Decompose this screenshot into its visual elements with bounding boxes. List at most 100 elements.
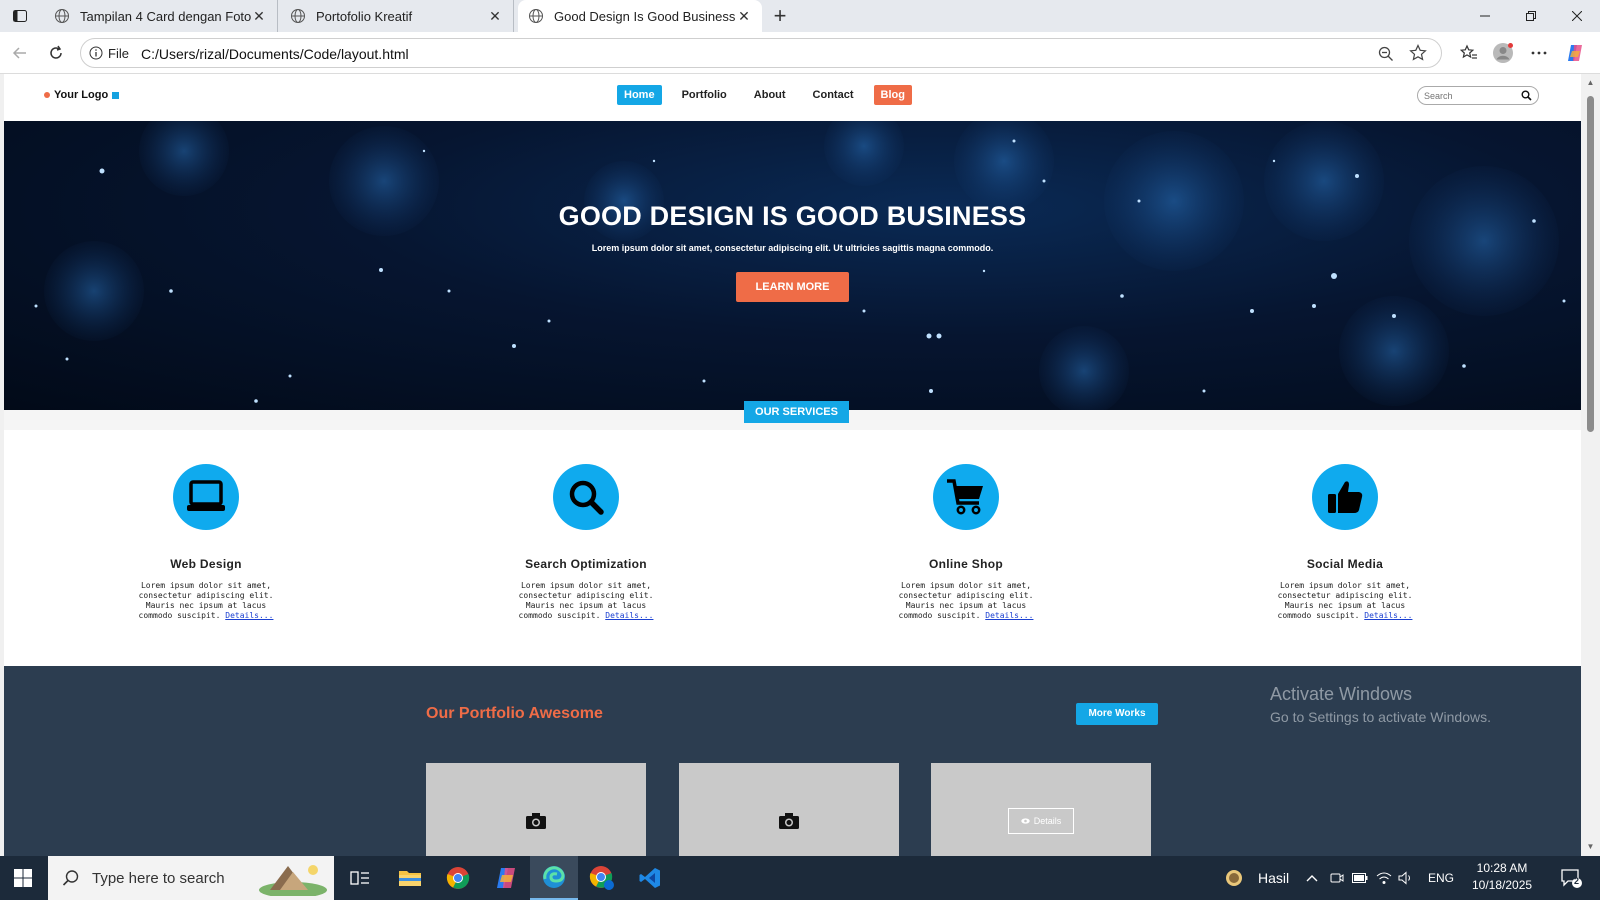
portfolio-title: Our Portfolio Awesome: [426, 705, 603, 722]
profile-avatar-icon[interactable]: [1492, 42, 1514, 64]
service-web-design: Web Design Lorem ipsum dolor sit amet, c…: [106, 464, 306, 621]
logo-dot-icon: [44, 92, 50, 98]
tab-title: Good Design Is Good Business: [554, 8, 736, 24]
globe-icon: [529, 9, 543, 23]
service-description: Lorem ipsum dolor sit amet, consectetur …: [898, 581, 1034, 620]
restore-icon[interactable]: [1508, 0, 1554, 32]
more-options-icon[interactable]: [1528, 42, 1550, 64]
details-link[interactable]: Details...: [225, 611, 273, 620]
battery-icon[interactable]: [1352, 856, 1368, 900]
service-title: Social Media: [1306, 557, 1384, 571]
wifi-icon[interactable]: [1376, 856, 1392, 900]
system-clock[interactable]: 10:28 AM 10/18/2025: [1472, 860, 1532, 894]
minimize-icon[interactable]: [1462, 0, 1508, 32]
favorites-icon[interactable]: [1458, 42, 1480, 64]
tab-title: Tampilan 4 Card dengan Foto Du: [80, 8, 251, 24]
laptop-icon: [173, 464, 239, 530]
thumbs-up-icon: [1312, 464, 1378, 530]
tab-portofolio[interactable]: Portofolio Kreatif ✕: [280, 0, 514, 32]
search-input[interactable]: [1424, 89, 1514, 102]
globe-icon: [55, 9, 69, 23]
camera-icon: [779, 813, 799, 829]
browser-tab-bar: Tampilan 4 Card dengan Foto Du ✕ Portofo…: [0, 0, 1600, 32]
weather-sun-icon: [1226, 870, 1242, 886]
vscode-icon[interactable]: [626, 856, 674, 900]
service-title: Search Optimization: [525, 557, 647, 571]
details-link[interactable]: Details...: [1364, 611, 1412, 620]
browser-toolbar: File C:/Users/rizal/Documents/Code/layou…: [0, 32, 1600, 74]
refresh-icon[interactable]: [44, 41, 68, 65]
new-tab-icon[interactable]: +: [768, 3, 792, 28]
hero-content: GOOD DESIGN IS GOOD BUSINESS Lorem ipsum…: [4, 201, 1581, 302]
portfolio-card[interactable]: [679, 763, 899, 856]
portfolio-card[interactable]: Details: [931, 763, 1151, 856]
chrome-icon[interactable]: [434, 856, 482, 900]
close-tab-icon[interactable]: ✕: [736, 8, 752, 24]
details-link[interactable]: Details...: [985, 611, 1033, 620]
notifications-icon[interactable]: 2: [1560, 856, 1582, 900]
notification-count: 2: [1574, 876, 1580, 886]
close-tab-icon[interactable]: ✕: [487, 8, 503, 24]
meet-now-icon[interactable]: [1330, 856, 1344, 900]
search-highlight-image: [259, 865, 327, 896]
windows-taskbar: Type here to search Hasil ENG 10:28 AM 1…: [0, 856, 1600, 900]
tab-card-foto[interactable]: Tampilan 4 Card dengan Foto Du ✕: [44, 0, 278, 32]
nav-home[interactable]: Home: [617, 85, 662, 105]
tab-actions-icon[interactable]: [8, 6, 32, 26]
portfolio-card[interactable]: [426, 763, 646, 856]
page-scrollbar[interactable]: ▲ ▼: [1581, 74, 1600, 856]
copilot-app-icon[interactable]: [482, 856, 530, 900]
site-header: Your Logo Home Portfolio About Contact B…: [4, 74, 1581, 121]
close-window-icon[interactable]: [1554, 0, 1600, 32]
nav-portfolio[interactable]: Portfolio: [675, 85, 734, 105]
clock-date: 10/18/2025: [1472, 878, 1533, 892]
nav-contact[interactable]: Contact: [806, 85, 861, 105]
show-hidden-icons[interactable]: [1306, 856, 1318, 900]
service-search-optimization: Search Optimization Lorem ipsum dolor si…: [486, 464, 686, 621]
volume-icon[interactable]: [1398, 856, 1414, 900]
close-tab-icon[interactable]: ✕: [251, 8, 267, 24]
learn-more-button[interactable]: LEARN MORE: [735, 272, 850, 302]
search-icon[interactable]: [1521, 90, 1532, 101]
service-social-media: Social Media Lorem ipsum dolor sit amet,…: [1245, 464, 1445, 621]
page-viewport: Your Logo Home Portfolio About Contact B…: [4, 74, 1581, 856]
scrollbar-thumb[interactable]: [1587, 96, 1594, 432]
eye-icon: [1021, 818, 1030, 824]
globe-icon: [291, 9, 305, 23]
scroll-down-icon[interactable]: ▼: [1586, 842, 1595, 851]
back-icon[interactable]: [8, 41, 32, 65]
chrome-profile-icon[interactable]: [578, 856, 626, 900]
nav-blog[interactable]: Blog: [873, 85, 912, 105]
card-details-button[interactable]: Details: [1008, 808, 1074, 834]
hero-banner: GOOD DESIGN IS GOOD BUSINESS Lorem ipsum…: [4, 121, 1581, 410]
address-bar[interactable]: File C:/Users/rizal/Documents/Code/layou…: [80, 38, 1442, 68]
zoom-icon[interactable]: [1377, 45, 1395, 63]
tab-good-design[interactable]: Good Design Is Good Business ✕: [518, 0, 762, 32]
edge-icon[interactable]: [530, 856, 578, 900]
details-link[interactable]: Details...: [605, 611, 653, 620]
windows-start-icon[interactable]: [0, 856, 46, 900]
camera-icon: [526, 813, 546, 829]
file-explorer-icon[interactable]: [386, 856, 434, 900]
favorite-star-icon[interactable]: [1409, 44, 1427, 62]
copilot-icon[interactable]: [1564, 42, 1586, 64]
info-icon[interactable]: [89, 46, 103, 60]
more-works-button[interactable]: More Works: [1076, 703, 1158, 725]
taskbar-search-box[interactable]: Type here to search: [48, 856, 334, 900]
service-title: Web Design: [170, 557, 242, 571]
weather-widget[interactable]: Hasil: [1224, 856, 1289, 900]
nav-about[interactable]: About: [747, 85, 793, 105]
our-services-badge: OUR SERVICES: [744, 401, 849, 423]
service-online-shop: Online Shop Lorem ipsum dolor sit amet, …: [866, 464, 1066, 621]
hero-subtitle: Lorem ipsum dolor sit amet, consectetur …: [591, 243, 994, 253]
service-description: Lorem ipsum dolor sit amet, consectetur …: [1277, 581, 1413, 620]
scroll-up-icon[interactable]: ▲: [1586, 78, 1595, 87]
hero-title: GOOD DESIGN IS GOOD BUSINESS: [558, 201, 1027, 231]
search-icon: [553, 464, 619, 530]
site-logo[interactable]: Your Logo: [44, 89, 120, 101]
task-view-icon[interactable]: [336, 856, 384, 900]
url-text[interactable]: C:/Users/rizal/Documents/Code/layout.htm…: [141, 46, 409, 62]
weather-label: Hasil: [1258, 870, 1290, 886]
language-indicator[interactable]: ENG: [1428, 856, 1454, 900]
service-title: Online Shop: [929, 557, 1003, 571]
